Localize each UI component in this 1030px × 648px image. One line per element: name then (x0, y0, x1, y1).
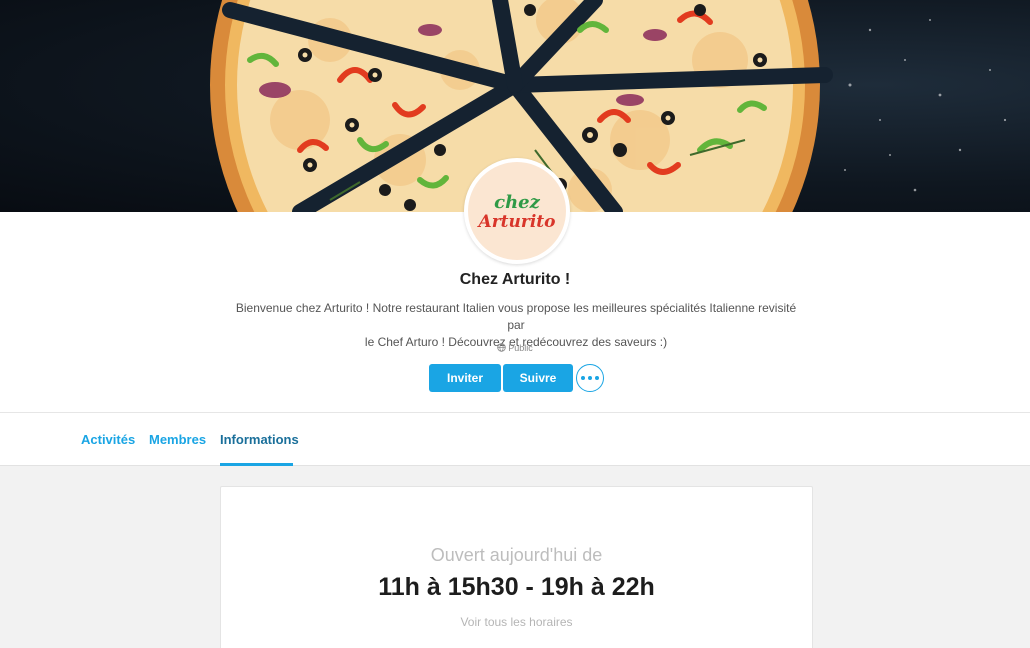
group-title: Chez Arturito ! (459, 271, 571, 288)
visibility-indicator: Public (0, 343, 1030, 353)
globe-icon (497, 343, 506, 352)
active-tab-indicator (220, 463, 293, 466)
tab-bar: Activités Membres Informations (0, 412, 1030, 466)
all-hours-link[interactable]: Voir tous les horaires (221, 615, 812, 629)
more-options-button[interactable] (576, 364, 604, 392)
tab-informations[interactable]: Informations (220, 413, 299, 466)
follow-button[interactable]: Suivre (503, 364, 573, 392)
tab-membres[interactable]: Membres (149, 413, 206, 466)
opening-hours: 11h à 15h30 - 19h à 22h (378, 573, 655, 601)
logo-text-bottom: Arturito (478, 212, 556, 232)
open-today-label: Ouvert aujourd'hui de (430, 545, 603, 565)
group-page: chez Arturito Chez Arturito ! Bienvenue … (0, 0, 1030, 648)
visibility-label: Public (508, 343, 533, 353)
group-avatar[interactable]: chez Arturito (464, 158, 570, 264)
more-dots-icon (581, 376, 585, 380)
invite-button[interactable]: Inviter (429, 364, 501, 392)
group-description-line: Bienvenue chez Arturito ! Notre restaura… (235, 301, 797, 332)
logo-text-top: chez (494, 192, 540, 213)
tab-activites[interactable]: Activités (81, 413, 135, 466)
more-dots-icon-dot (588, 376, 592, 380)
opening-hours-card: Ouvert aujourd'hui de 11h à 15h30 - 19h … (220, 486, 813, 648)
more-dots-icon-dot (595, 376, 599, 380)
